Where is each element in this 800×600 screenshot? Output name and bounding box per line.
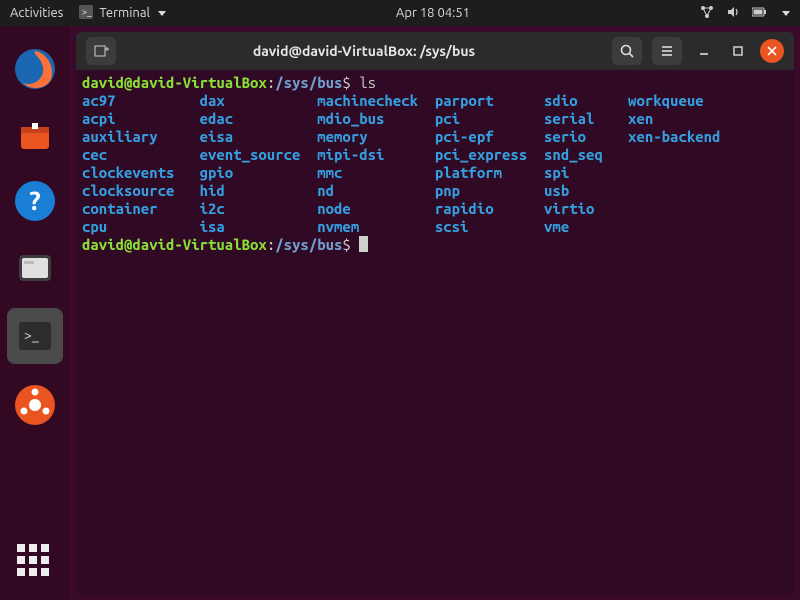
terminal-icon: >_ <box>79 5 93 22</box>
dock-show-applications-alt[interactable] <box>10 380 60 430</box>
window-titlebar: david@david-VirtualBox: /sys/bus <box>76 32 794 70</box>
clock[interactable]: Apr 18 04:51 <box>166 6 700 20</box>
close-button[interactable] <box>760 39 784 63</box>
svg-text:>_: >_ <box>24 327 39 343</box>
chevron-down-icon <box>782 11 790 16</box>
battery-icon <box>752 6 768 21</box>
dock-files[interactable] <box>10 242 60 292</box>
new-tab-button[interactable] <box>86 37 116 65</box>
chevron-down-icon <box>158 11 166 16</box>
top-bar: Activities >_ Terminal Apr 18 04:51 <box>0 0 800 26</box>
hamburger-menu-button[interactable] <box>652 37 682 65</box>
dock-software[interactable] <box>10 110 60 160</box>
activities-button[interactable]: Activities <box>10 6 63 20</box>
window-title: david@david-VirtualBox: /sys/bus <box>126 43 602 59</box>
app-menu-terminal[interactable]: >_ Terminal <box>79 5 166 22</box>
network-icon <box>700 5 714 22</box>
terminal-body[interactable]: david@david-VirtualBox:/sys/bus$ ls ac97… <box>76 70 794 594</box>
maximize-button[interactable] <box>726 39 750 63</box>
svg-text:?: ? <box>29 186 40 215</box>
dock: ? >_ <box>0 26 70 600</box>
search-button[interactable] <box>612 37 642 65</box>
volume-icon <box>726 5 740 22</box>
dock-help[interactable]: ? <box>10 176 60 226</box>
svg-text:>_: >_ <box>82 7 92 17</box>
app-menu-label: Terminal <box>99 6 150 20</box>
terminal-window: david@david-VirtualBox: /sys/bus david@d… <box>76 32 794 594</box>
status-area[interactable] <box>700 5 790 22</box>
show-applications-button[interactable] <box>17 544 53 580</box>
dock-firefox[interactable] <box>10 44 60 94</box>
dock-terminal[interactable]: >_ <box>7 308 63 364</box>
desktop: ? >_ david@david-VirtualBox: /sys/bus <box>0 26 800 600</box>
minimize-button[interactable] <box>692 39 716 63</box>
